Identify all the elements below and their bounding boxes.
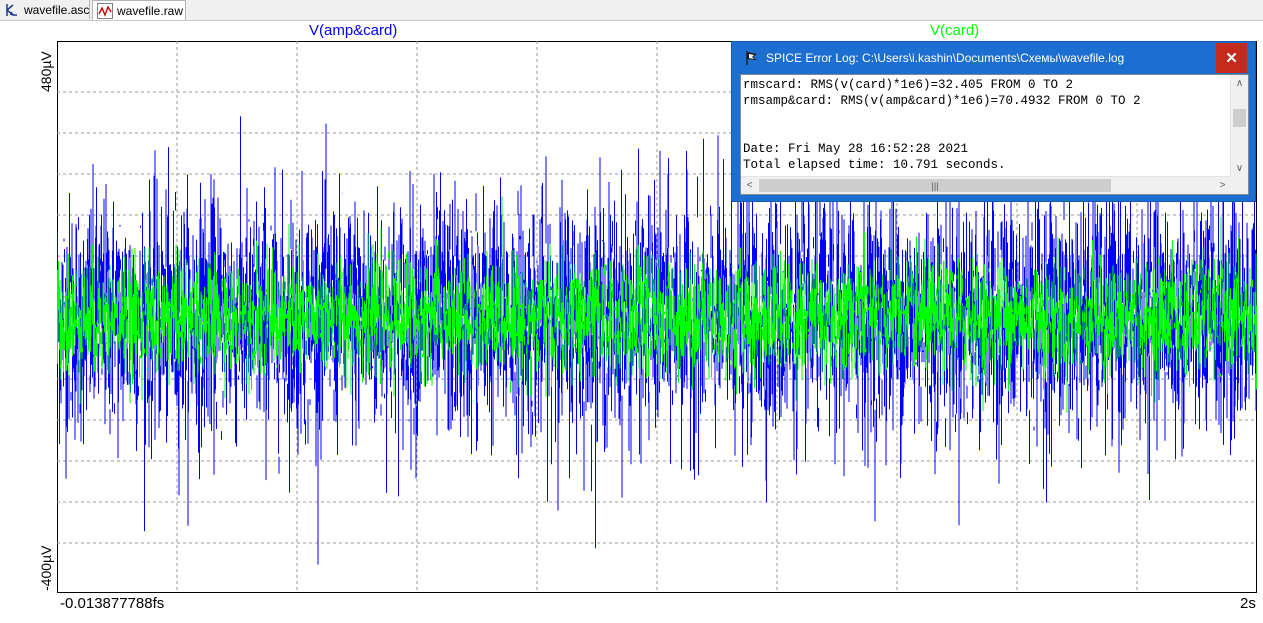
- tab-label: wavefile.asc: [24, 2, 90, 17]
- tab-wavefile-raw[interactable]: wavefile.raw: [92, 0, 186, 20]
- scroll-left-icon[interactable]: <: [741, 177, 758, 194]
- log-text-area[interactable]: rmscard: RMS(v(card)*1e6)=32.405 FROM 0 …: [740, 74, 1249, 195]
- log-window-titlebar[interactable]: SPICE Error Log: C:\Users\i.kashin\Docum…: [732, 42, 1255, 74]
- scroll-down-icon[interactable]: ∨: [1231, 160, 1248, 177]
- horizontal-scrollbar[interactable]: < ||| >: [741, 176, 1231, 194]
- scrollbar-corner: [1231, 177, 1248, 194]
- vertical-scrollbar[interactable]: ∧ ∨: [1230, 75, 1248, 177]
- spice-flag-icon: [744, 50, 760, 66]
- tab-wavefile-asc[interactable]: wavefile.asc: [0, 0, 90, 19]
- y-axis-bottom-label: -400µV: [38, 545, 54, 591]
- scroll-up-icon[interactable]: ∧: [1231, 75, 1248, 92]
- log-content: rmscard: RMS(v(card)*1e6)=32.405 FROM 0 …: [743, 77, 1228, 177]
- log-window-title: SPICE Error Log: C:\Users\i.kashin\Docum…: [766, 51, 1125, 65]
- log-line: rmscard: RMS(v(card)*1e6)=32.405 FROM 0 …: [743, 78, 1074, 92]
- log-line: Date: Fri May 28 16:52:28 2021: [743, 142, 969, 156]
- log-line: rmsamp&card: RMS(v(amp&card)*1e6)=70.493…: [743, 94, 1141, 108]
- trace-label-card[interactable]: V(card): [930, 22, 979, 39]
- spice-error-log-window[interactable]: SPICE Error Log: C:\Users\i.kashin\Docum…: [731, 41, 1256, 202]
- scroll-right-icon[interactable]: >: [1214, 177, 1231, 194]
- log-line: Total elapsed time: 10.791 seconds.: [743, 158, 1006, 172]
- x-axis-right-label: 2s: [1240, 595, 1256, 612]
- vertical-scroll-thumb[interactable]: [1233, 109, 1246, 127]
- tab-label: wavefile.raw: [117, 3, 184, 18]
- waveform-icon: [97, 2, 113, 19]
- y-axis-top-label: 480µV: [38, 51, 54, 92]
- schematic-icon: [4, 2, 20, 18]
- close-button[interactable]: ✕: [1216, 43, 1247, 73]
- x-axis-left-label: -0.013877788fs: [60, 595, 165, 612]
- horizontal-scroll-thumb[interactable]: |||: [759, 179, 1111, 192]
- trace-label-amp-card[interactable]: V(amp&card): [309, 22, 397, 39]
- tab-bar: wavefile.asc wavefile.raw: [0, 0, 1263, 21]
